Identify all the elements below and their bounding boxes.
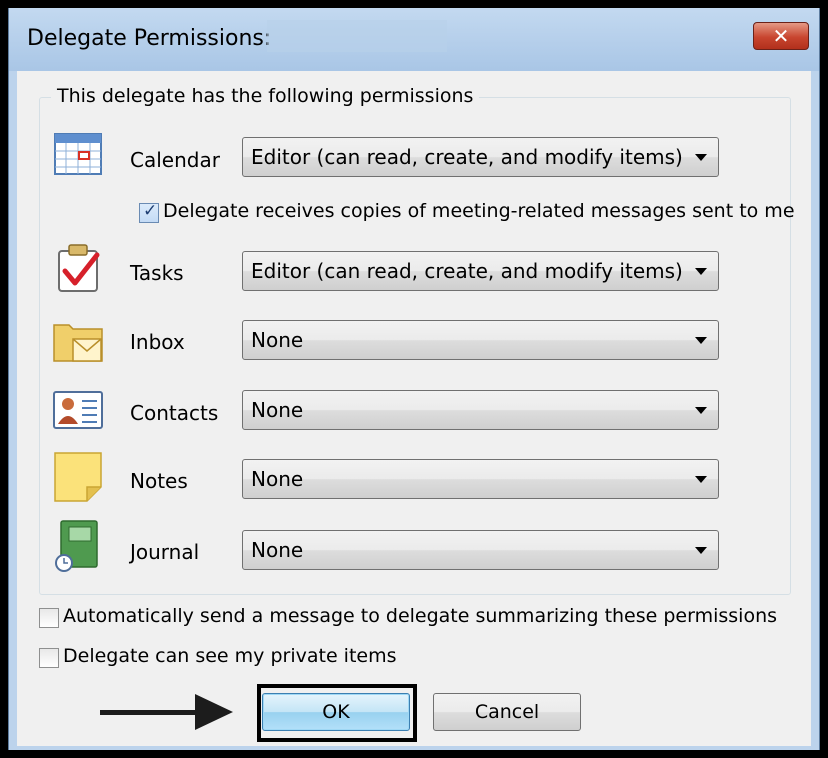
auto-send-label[interactable]: Automatically send a message to delegate… [63,605,777,627]
auto-send-checkbox[interactable] [39,608,59,628]
inbox-icon [51,313,105,367]
chevron-down-icon [695,337,707,344]
close-button[interactable]: ✕ [753,22,809,50]
notes-permission-dropdown[interactable]: None [242,459,719,499]
tasks-label: Tasks [130,261,184,285]
contacts-permission-dropdown[interactable]: None [242,390,719,430]
dialog-content: This delegate has the following permissi… [17,71,811,746]
journal-label: Journal [130,540,200,564]
contacts-icon [51,384,105,438]
chevron-down-icon [695,476,707,483]
cancel-button[interactable]: Cancel [433,693,581,731]
arrow-head-icon [195,694,233,730]
title-bar[interactable]: Delegate Permissions: ✕ [9,8,819,71]
meeting-copies-label[interactable]: Delegate receives copies of meeting-rela… [163,200,795,222]
delegate-permissions-dialog: Delegate Permissions: ✕ This delegate ha… [8,8,820,750]
journal-permission-dropdown[interactable]: None [242,530,719,570]
arrow-pointer-icon [100,710,206,715]
calendar-label: Calendar [130,148,220,172]
inbox-permission-dropdown[interactable]: None [242,320,719,360]
chevron-down-icon [695,407,707,414]
notes-label: Notes [130,469,188,493]
dialog-title: Delegate Permissions: [27,26,272,51]
contacts-label: Contacts [130,401,219,425]
close-icon: ✕ [772,24,790,48]
title-redacted-area [267,20,447,52]
notes-icon [51,449,105,503]
permissions-group-legend: This delegate has the following permissi… [51,85,480,107]
checkmark-icon: ✓ [143,201,158,221]
tasks-permission-dropdown[interactable]: Editor (can read, create, and modify ite… [242,251,719,291]
chevron-down-icon [695,547,707,554]
tasks-icon [51,241,105,295]
journal-icon [51,519,105,573]
ok-button-highlight [257,684,417,742]
chevron-down-icon [695,268,707,275]
inbox-label: Inbox [130,330,185,354]
private-items-checkbox[interactable] [39,648,59,668]
calendar-permission-dropdown[interactable]: Editor (can read, create, and modify ite… [242,137,719,177]
calendar-icon [51,128,105,182]
meeting-copies-checkbox[interactable]: ✓ [139,201,159,223]
private-items-label[interactable]: Delegate can see my private items [63,645,397,667]
chevron-down-icon [695,154,707,161]
